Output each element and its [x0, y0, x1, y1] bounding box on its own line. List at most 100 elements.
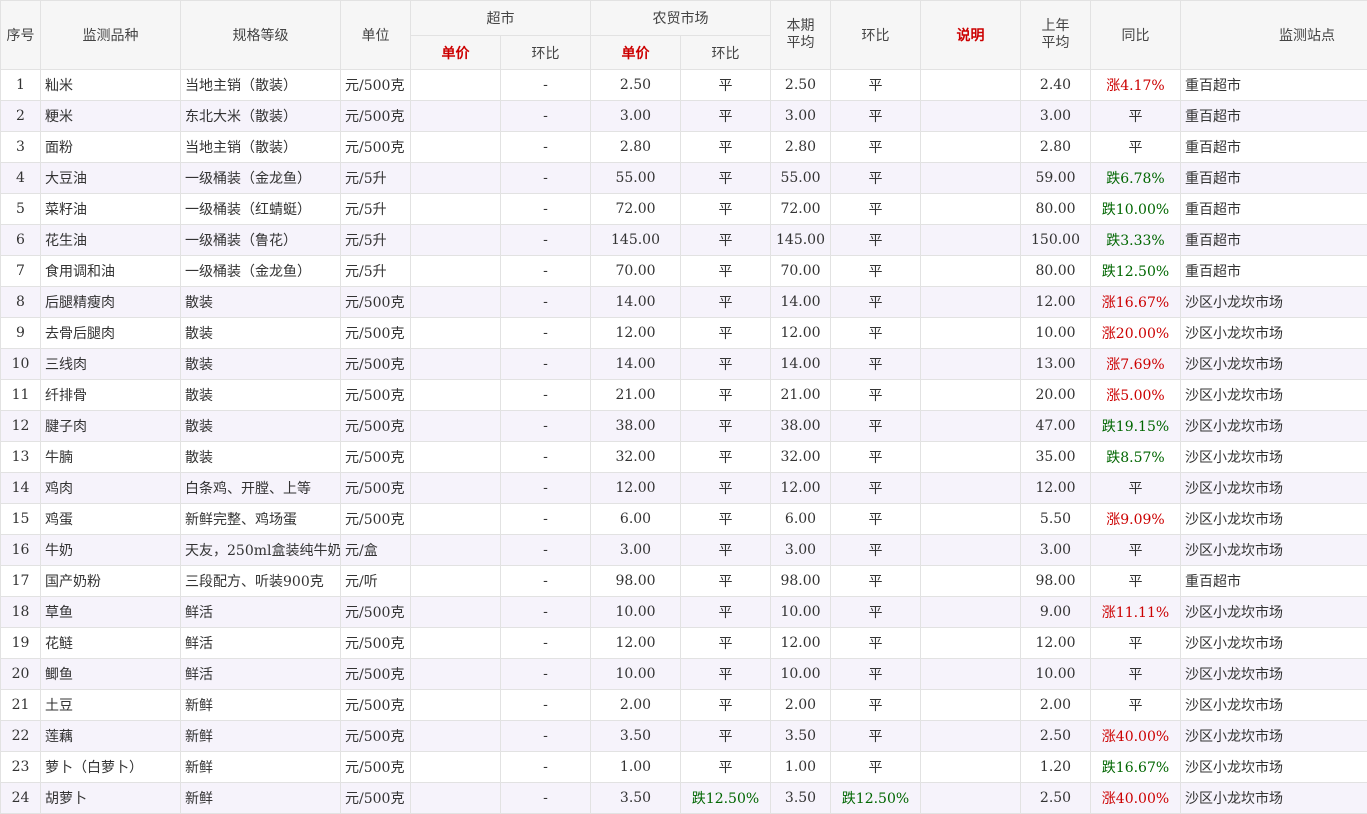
- cell-site: 重百超市: [1181, 163, 1367, 194]
- cell-spec: 三段配方、听装900克: [181, 566, 341, 597]
- cell-market-price: 32.00: [591, 442, 681, 473]
- cell-unit: 元/5升: [341, 194, 411, 225]
- cell-supermarket-mom: -: [501, 597, 591, 628]
- cell-variety: 花鲢: [41, 628, 181, 659]
- cell-site: 重百超市: [1181, 132, 1367, 163]
- table-header: 序号 监测品种 规格等级 单位 超市 农贸市场 本期 平均 环比 说明 上年 平…: [1, 1, 1367, 70]
- cell-mom: 平: [831, 535, 921, 566]
- cell-period-avg: 10.00: [771, 659, 831, 690]
- table-row: 4大豆油一级桶装（金龙鱼）元/5升-55.00平55.00平59.00跌6.78…: [1, 163, 1367, 194]
- cell-market-mom: 平: [681, 690, 771, 721]
- cell-unit: 元/500克: [341, 287, 411, 318]
- table-row: 15鸡蛋新鲜完整、鸡场蛋元/500克-6.00平6.00平5.50涨9.09%沙…: [1, 504, 1367, 535]
- cell-mom: 平: [831, 225, 921, 256]
- cell-period-avg: 32.00: [771, 442, 831, 473]
- cell-supermarket-mom: -: [501, 132, 591, 163]
- header-market: 农贸市场: [591, 1, 771, 36]
- cell-mom: 平: [831, 442, 921, 473]
- cell-variety: 鲫鱼: [41, 659, 181, 690]
- cell-spec: 散装: [181, 380, 341, 411]
- cell-yoy: 跌12.50%: [1091, 256, 1181, 287]
- cell-site: 沙区小龙坎市场: [1181, 783, 1367, 814]
- cell-site: 重百超市: [1181, 566, 1367, 597]
- table-row: 18草鱼鲜活元/500克-10.00平10.00平9.00涨11.11%沙区小龙…: [1, 597, 1367, 628]
- cell-spec: 当地主销（散装）: [181, 132, 341, 163]
- cell-supermarket-mom: -: [501, 752, 591, 783]
- cell-note: [921, 690, 1021, 721]
- cell-site: 重百超市: [1181, 194, 1367, 225]
- cell-spec: 新鲜: [181, 783, 341, 814]
- header-yoy: 同比: [1091, 1, 1181, 70]
- cell-variety: 三线肉: [41, 349, 181, 380]
- cell-yoy: 平: [1091, 535, 1181, 566]
- cell-spec: 新鲜: [181, 752, 341, 783]
- table-row: 16牛奶天友，250ml盒装纯牛奶元/盒-3.00平3.00平3.00平沙区小龙…: [1, 535, 1367, 566]
- cell-seq: 2: [1, 101, 41, 132]
- cell-unit: 元/500克: [341, 101, 411, 132]
- cell-period-avg: 38.00: [771, 411, 831, 442]
- cell-supermarket-price: [411, 411, 501, 442]
- cell-mom: 跌12.50%: [831, 783, 921, 814]
- cell-market-mom: 平: [681, 287, 771, 318]
- cell-market-mom: 平: [681, 566, 771, 597]
- cell-last-year-avg: 47.00: [1021, 411, 1091, 442]
- cell-market-mom: 平: [681, 70, 771, 101]
- cell-mom: 平: [831, 256, 921, 287]
- table-row: 21土豆新鲜元/500克-2.00平2.00平2.00平沙区小龙坎市场: [1, 690, 1367, 721]
- cell-market-mom: 平: [681, 752, 771, 783]
- cell-supermarket-mom: -: [501, 225, 591, 256]
- cell-site: 沙区小龙坎市场: [1181, 690, 1367, 721]
- cell-variety: 莲藕: [41, 721, 181, 752]
- cell-period-avg: 12.00: [771, 318, 831, 349]
- cell-period-avg: 14.00: [771, 349, 831, 380]
- cell-market-mom: 平: [681, 597, 771, 628]
- table-row: 6花生油一级桶装（鲁花）元/5升-145.00平145.00平150.00跌3.…: [1, 225, 1367, 256]
- cell-mom: 平: [831, 752, 921, 783]
- cell-period-avg: 2.00: [771, 690, 831, 721]
- cell-market-price: 1.00: [591, 752, 681, 783]
- cell-unit: 元/5升: [341, 225, 411, 256]
- cell-period-avg: 72.00: [771, 194, 831, 225]
- cell-spec: 散装: [181, 442, 341, 473]
- cell-supermarket-price: [411, 628, 501, 659]
- cell-yoy: 跌6.78%: [1091, 163, 1181, 194]
- cell-market-mom: 平: [681, 318, 771, 349]
- table-row: 8后腿精瘦肉散装元/500克-14.00平14.00平12.00涨16.67%沙…: [1, 287, 1367, 318]
- cell-variety: 草鱼: [41, 597, 181, 628]
- cell-unit: 元/500克: [341, 318, 411, 349]
- cell-supermarket-price: [411, 504, 501, 535]
- cell-market-price: 3.50: [591, 721, 681, 752]
- cell-yoy: 涨16.67%: [1091, 287, 1181, 318]
- cell-market-mom: 平: [681, 256, 771, 287]
- cell-unit: 元/500克: [341, 349, 411, 380]
- cell-seq: 19: [1, 628, 41, 659]
- cell-mom: 平: [831, 70, 921, 101]
- cell-mom: 平: [831, 504, 921, 535]
- header-period-avg-line2: 平均: [787, 35, 815, 51]
- cell-note: [921, 70, 1021, 101]
- cell-yoy: 涨5.00%: [1091, 380, 1181, 411]
- cell-last-year-avg: 2.40: [1021, 70, 1091, 101]
- cell-variety: 去骨后腿肉: [41, 318, 181, 349]
- cell-seq: 13: [1, 442, 41, 473]
- cell-supermarket-price: [411, 163, 501, 194]
- table-row: 22莲藕新鲜元/500克-3.50平3.50平2.50涨40.00%沙区小龙坎市…: [1, 721, 1367, 752]
- cell-period-avg: 145.00: [771, 225, 831, 256]
- cell-market-price: 72.00: [591, 194, 681, 225]
- cell-unit: 元/500克: [341, 473, 411, 504]
- cell-supermarket-mom: -: [501, 442, 591, 473]
- cell-yoy: 跌10.00%: [1091, 194, 1181, 225]
- cell-site: 重百超市: [1181, 225, 1367, 256]
- table-row: 14鸡肉白条鸡、开膛、上等元/500克-12.00平12.00平12.00平沙区…: [1, 473, 1367, 504]
- cell-seq: 7: [1, 256, 41, 287]
- table-row: 7食用调和油一级桶装（金龙鱼）元/5升-70.00平70.00平80.00跌12…: [1, 256, 1367, 287]
- cell-mom: 平: [831, 194, 921, 225]
- cell-supermarket-price: [411, 442, 501, 473]
- cell-last-year-avg: 3.00: [1021, 535, 1091, 566]
- cell-market-mom: 平: [681, 132, 771, 163]
- cell-seq: 16: [1, 535, 41, 566]
- table-row: 5菜籽油一级桶装（红蜻蜓）元/5升-72.00平72.00平80.00跌10.0…: [1, 194, 1367, 225]
- cell-market-mom: 平: [681, 163, 771, 194]
- cell-last-year-avg: 5.50: [1021, 504, 1091, 535]
- header-seq: 序号: [1, 1, 41, 70]
